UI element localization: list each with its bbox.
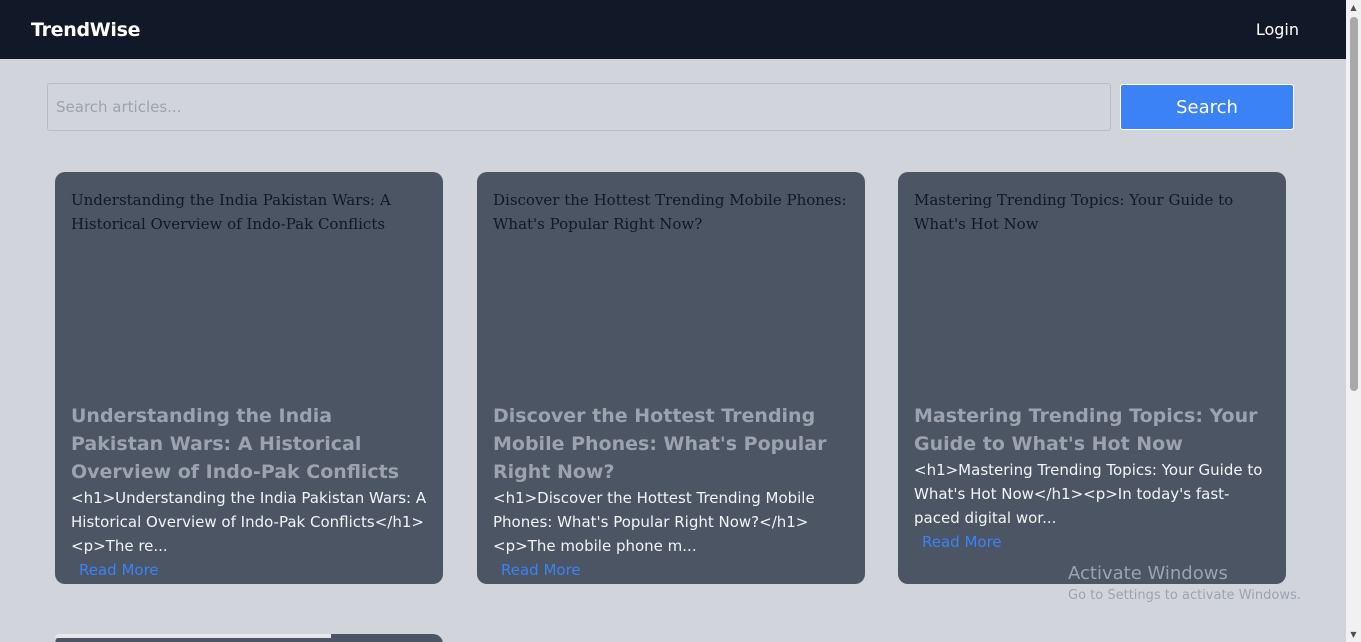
read-more-link[interactable]: Read More: [501, 558, 581, 582]
article-title: Mastering Trending Topics: Your Guide to…: [914, 405, 1258, 455]
read-more-link[interactable]: Read More: [922, 530, 1002, 554]
scrollbar-thumb[interactable]: [1350, 17, 1358, 391]
windows-activation-watermark: Activate Windows Go to Settings to activ…: [1068, 563, 1301, 607]
scroll-up-icon[interactable]: ▲: [1346, 0, 1361, 15]
article-excerpt: <h1>Mastering Trending Topics: Your Guid…: [914, 461, 1263, 527]
watermark-subtitle: Go to Settings to activate Windows.: [1068, 588, 1301, 603]
article-excerpt: <h1>Discover the Hottest Trending Mobile…: [493, 489, 815, 555]
article-card-partial: [55, 634, 443, 642]
article-card: Discover the Hottest Trending Mobile Pho…: [477, 172, 865, 584]
article-image: Understanding the India Pakistan Wars: A…: [71, 191, 391, 233]
read-more-link[interactable]: Read More: [79, 558, 159, 582]
article-image: Mastering Trending Topics: Your Guide to…: [914, 191, 1234, 233]
scroll-down-icon[interactable]: ▼: [1346, 627, 1361, 642]
vertical-scrollbar[interactable]: ▲ ▼: [1346, 0, 1361, 642]
brand-logo[interactable]: TrendWise: [31, 19, 141, 41]
article-card: Mastering Trending Topics: Your Guide to…: [898, 172, 1286, 584]
article-title: Discover the Hottest Trending Mobile Pho…: [493, 405, 827, 483]
article-excerpt: <h1>Understanding the India Pakistan War…: [71, 489, 427, 555]
article-image: Discover the Hottest Trending Mobile Pho…: [493, 191, 847, 233]
article-image-partial: [55, 634, 331, 638]
article-card: Understanding the India Pakistan Wars: A…: [55, 172, 443, 584]
top-navbar: TrendWise Login: [0, 0, 1346, 59]
article-title: Understanding the India Pakistan Wars: A…: [71, 405, 400, 483]
search-button[interactable]: Search: [1120, 84, 1294, 130]
login-link[interactable]: Login: [1256, 20, 1299, 39]
search-input[interactable]: [47, 83, 1111, 131]
watermark-title: Activate Windows: [1068, 563, 1228, 584]
